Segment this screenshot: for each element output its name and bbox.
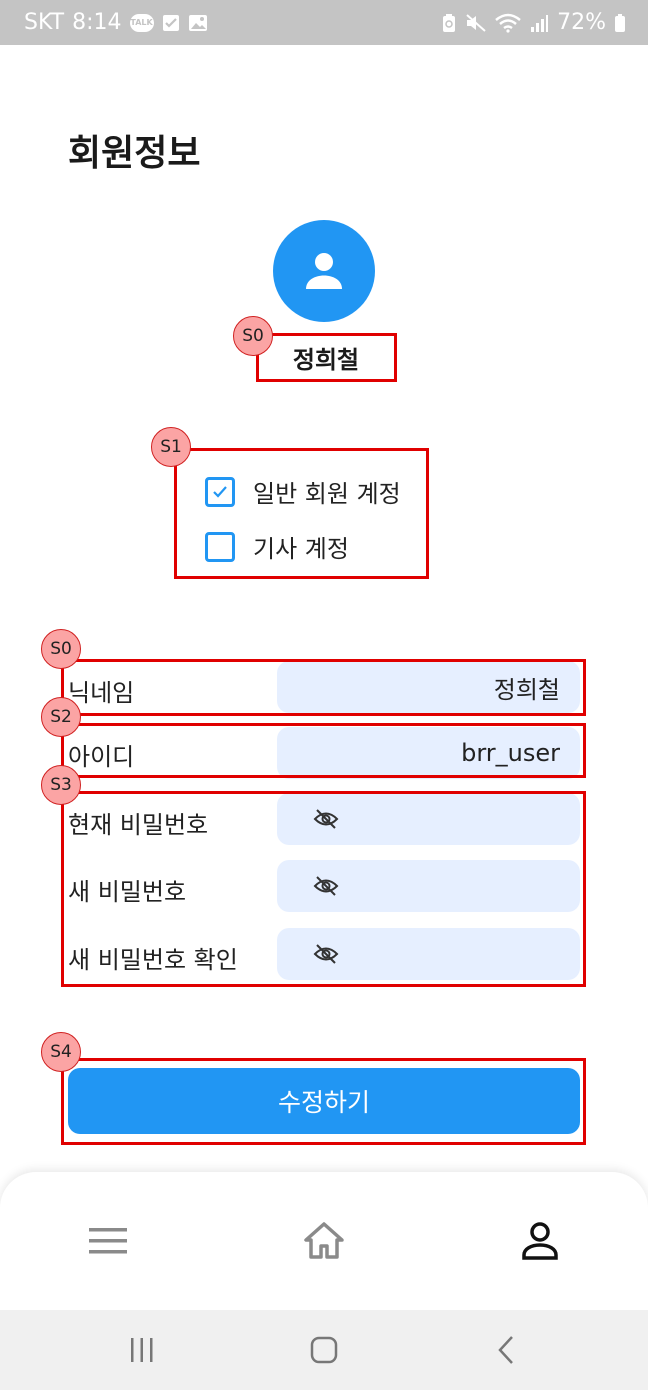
mute-icon <box>465 13 487 33</box>
eye-off-icon[interactable] <box>313 875 339 897</box>
profile-name: 정희철 <box>292 345 360 374</box>
menu-icon <box>89 1228 127 1254</box>
current-password-label: 현재 비밀번호 <box>68 811 209 839</box>
back-chevron-icon <box>498 1336 513 1364</box>
avatar[interactable] <box>273 220 375 322</box>
annotation-tag-s3: S3 <box>41 765 81 805</box>
annotation-tag-s1: S1 <box>151 427 191 467</box>
talk-icon-label: TALK <box>130 18 153 27</box>
confirm-password-label: 새 비밀번호 확인 <box>68 946 238 974</box>
back-button[interactable] <box>476 1330 536 1370</box>
status-bar: SKT 8:14 TALK 72% <box>0 0 648 45</box>
bottom-nav <box>0 1172 648 1310</box>
new-password-field[interactable] <box>277 860 580 912</box>
home-icon <box>304 1222 344 1259</box>
checkbox-general-account[interactable]: 일반 회원 계정 <box>205 474 401 509</box>
page-title: 회원정보 <box>68 133 201 174</box>
current-password-field[interactable] <box>277 793 580 845</box>
nav-profile-button[interactable] <box>510 1216 570 1266</box>
eye-off-icon[interactable] <box>313 808 339 830</box>
checkbox-driver-account[interactable]: 기사 계정 <box>205 529 349 564</box>
nav-menu-button[interactable] <box>78 1216 138 1266</box>
confirm-password-field[interactable] <box>277 928 580 980</box>
checkmark-icon <box>213 485 227 498</box>
person-icon <box>522 1222 558 1260</box>
checkbox-unchecked[interactable] <box>205 531 235 562</box>
gallery-icon <box>188 14 208 32</box>
annotation-tag-s0: S0 <box>41 629 81 669</box>
id-field[interactable]: brr_user <box>277 727 580 779</box>
person-icon <box>306 253 342 289</box>
recent-apps-button[interactable] <box>112 1330 172 1370</box>
home-square-icon <box>310 1336 338 1364</box>
kakaotalk-icon: TALK <box>129 13 154 32</box>
eye-off-icon[interactable] <box>313 943 339 965</box>
checkbox-label: 기사 계정 <box>253 535 349 563</box>
checkbox-checked[interactable] <box>205 476 235 507</box>
nickname-value: 정희철 <box>493 675 560 704</box>
recent-apps-icon <box>131 1338 153 1362</box>
carrier-label: SKT <box>24 10 65 35</box>
system-navigation-bar <box>0 1310 648 1390</box>
battery-icon <box>614 13 626 33</box>
nickname-field[interactable]: 정희철 <box>277 661 580 713</box>
id-label: 아이디 <box>68 743 135 771</box>
signal-icon <box>529 13 549 33</box>
home-system-button[interactable] <box>294 1330 354 1370</box>
id-value: brr_user <box>461 739 560 767</box>
wifi-icon <box>495 13 521 33</box>
new-password-label: 새 비밀번호 <box>68 878 187 906</box>
checkbox-notification-icon <box>162 14 180 32</box>
submit-button[interactable]: 수정하기 <box>68 1068 580 1134</box>
nickname-label: 닉네임 <box>68 679 135 707</box>
status-time: 8:14 <box>72 10 122 35</box>
battery-saver-icon <box>441 13 457 33</box>
annotation-tag-s4: S4 <box>41 1032 81 1072</box>
nav-home-button[interactable] <box>294 1216 354 1266</box>
annotation-tag-s2: S2 <box>41 697 81 737</box>
annotation-tag-s0: S0 <box>233 316 273 356</box>
checkbox-label: 일반 회원 계정 <box>253 480 401 508</box>
battery-percent: 72% <box>557 10 606 35</box>
